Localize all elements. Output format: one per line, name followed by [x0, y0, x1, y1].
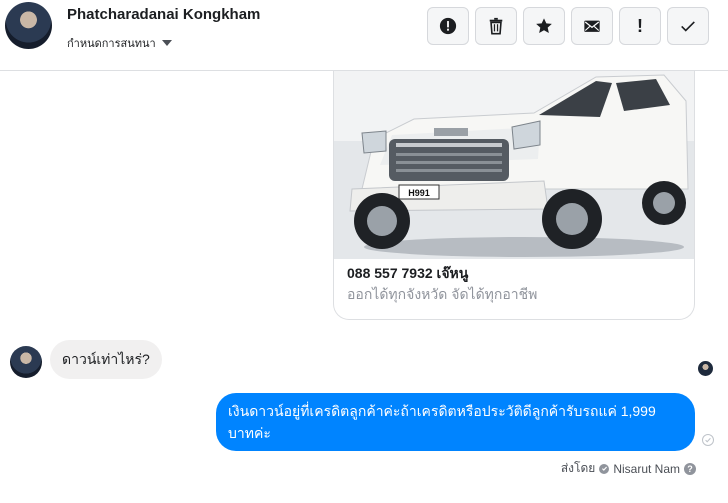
trash-icon: [489, 17, 503, 35]
contact-name[interactable]: Phatcharadanai Kongkham: [67, 6, 260, 23]
star-button[interactable]: [523, 7, 565, 45]
envelope-icon: [584, 20, 600, 32]
conversation-header: Phatcharadanai Kongkham กำหนดการสนทนา !: [0, 0, 728, 71]
checkmark-icon: [681, 21, 695, 32]
link-attachment-card[interactable]: H991 088 557 7932 เจ๊หนู ออกได้ทุกจังหวั…: [333, 71, 695, 320]
sent-by-line: ส่งโดย Nisarut Nam ?: [561, 459, 696, 478]
outgoing-message[interactable]: เงินดาวน์อยู่ที่เครดิตลูกค้าค่ะถ้าเครดิต…: [216, 393, 695, 451]
sent-by-label: ส่งโดย: [560, 461, 596, 475]
incoming-message[interactable]: ดาวน์เท่าไหร่?: [50, 340, 162, 379]
mark-unread-button[interactable]: [571, 7, 613, 45]
seen-receipt-avatar: [698, 361, 713, 376]
contact-avatar[interactable]: [5, 2, 52, 49]
license-plate: H991: [408, 188, 430, 198]
attachment-title[interactable]: 088 557 7932 เจ๊หนู: [347, 263, 468, 285]
checkmark-badge-icon: [599, 463, 610, 474]
sender-name[interactable]: Nisarut Nam: [613, 462, 680, 476]
conversation-settings-dropdown[interactable]: กำหนดการสนทนา: [67, 34, 172, 52]
exclamation-circle-icon: [439, 17, 457, 35]
sender-avatar[interactable]: [10, 346, 42, 378]
exclamation-icon: !: [637, 16, 643, 36]
mark-as-spam-button[interactable]: [427, 7, 469, 45]
pickup-truck-illustration: H991: [334, 71, 694, 259]
delivered-check-icon: [702, 434, 714, 446]
follow-up-button[interactable]: !: [619, 7, 661, 45]
conversation-settings-label: กำหนดการสนทนา: [67, 38, 156, 50]
delete-button[interactable]: [475, 7, 517, 45]
message-toolbar: !: [427, 7, 709, 45]
attachment-subtitle: ออกได้ทุกจังหวัด จัดได้ทุกอาชีพ: [347, 286, 538, 302]
attachment-image[interactable]: H991: [334, 71, 694, 259]
chevron-down-icon: [161, 40, 172, 46]
question-mark-icon[interactable]: ?: [684, 462, 696, 475]
star-icon: [536, 18, 552, 34]
mark-done-button[interactable]: [667, 7, 709, 45]
